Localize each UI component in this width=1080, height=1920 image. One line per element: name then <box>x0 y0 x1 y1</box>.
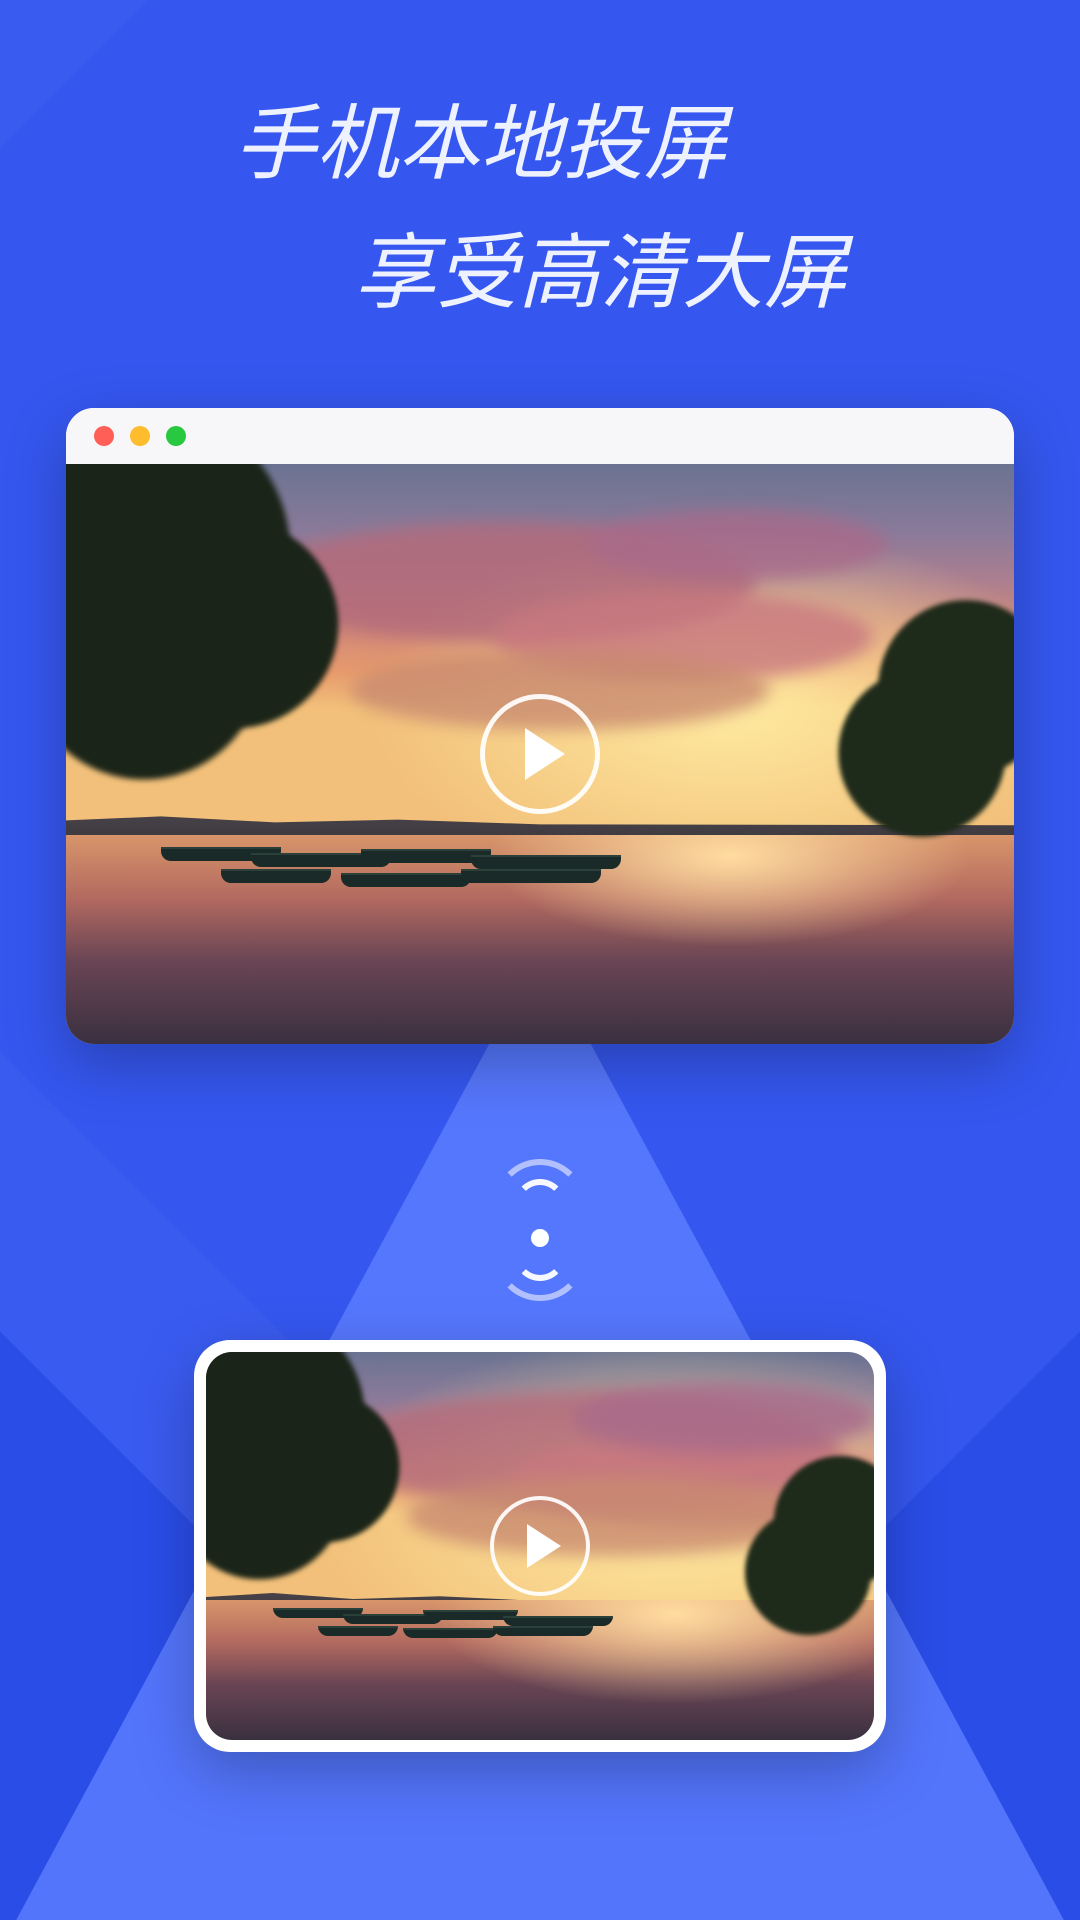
phone-screen <box>206 1352 874 1740</box>
headline-line-2: 享受高清大屏 <box>120 219 1080 330</box>
tv-browser-window <box>66 408 1014 1044</box>
phone-device-frame <box>194 1340 886 1752</box>
browser-titlebar <box>66 408 1014 464</box>
window-close-icon[interactable] <box>94 426 114 446</box>
browser-viewport <box>66 464 1014 1044</box>
headline-line-1: 手机本地投屏 <box>0 90 1080 201</box>
window-minimize-icon[interactable] <box>130 426 150 446</box>
play-button[interactable] <box>490 1496 590 1596</box>
play-button[interactable] <box>480 694 600 814</box>
promo-headline: 手机本地投屏 享受高清大屏 <box>0 90 1080 329</box>
play-icon <box>525 728 565 780</box>
play-icon <box>527 1524 561 1568</box>
window-maximize-icon[interactable] <box>166 426 186 446</box>
cast-signal-icon <box>480 1165 600 1255</box>
